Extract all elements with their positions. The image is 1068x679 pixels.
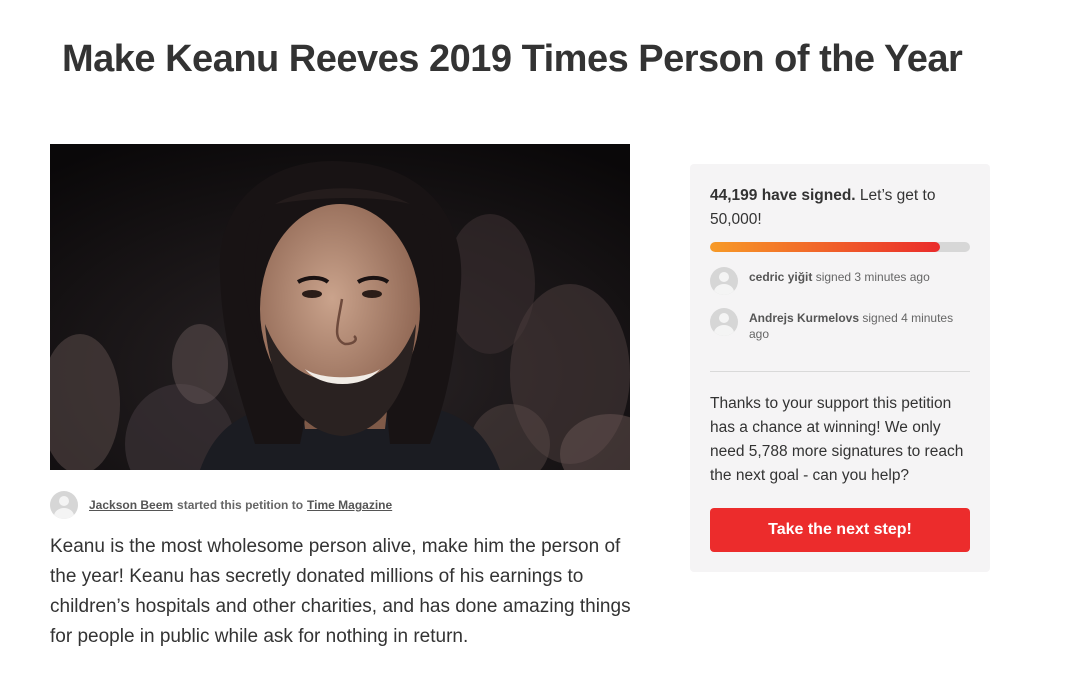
progress-bar (710, 242, 970, 252)
signer-text: Andrejs Kurmelovs signed 4 minutes ago (749, 308, 970, 342)
signer-action: signed 3 minutes ago (812, 270, 930, 284)
signer-text: cedric yiğit signed 3 minutes ago (749, 267, 930, 285)
starter-mid-text: started this petition to (177, 498, 304, 512)
signature-goal: 44,199 have signed. Let’s get to 50,000! (710, 184, 960, 232)
keanu-photo-icon (50, 144, 630, 470)
signer-name: cedric yiğit (749, 270, 813, 284)
signer-name: Andrejs Kurmelovs (749, 311, 860, 325)
petition-image (50, 144, 630, 470)
petition-starter: Jackson Beem started this petition to Ti… (50, 490, 392, 520)
progress-bar-fill (710, 242, 940, 252)
signer-avatar-icon (710, 267, 738, 295)
petition-description: Keanu is the most wholesome person alive… (50, 536, 631, 647)
signature-panel: 44,199 have signed. Let’s get to 50,000!… (690, 164, 990, 572)
divider (710, 371, 970, 372)
take-next-step-button[interactable]: Take the next step! (710, 508, 970, 552)
support-message: Thanks to your support this petition has… (710, 395, 964, 484)
starter-name-link[interactable]: Jackson Beem (89, 498, 173, 512)
recent-signer: Andrejs Kurmelovs signed 4 minutes ago (710, 308, 970, 342)
signed-count: 44,199 have signed. (710, 187, 856, 204)
signer-avatar-icon (710, 308, 738, 336)
recent-signer: cedric yiğit signed 3 minutes ago (710, 267, 970, 295)
starter-avatar-icon (50, 491, 78, 519)
page-title: Make Keanu Reeves 2019 Times Person of t… (62, 38, 963, 80)
decision-maker-link[interactable]: Time Magazine (307, 498, 392, 512)
